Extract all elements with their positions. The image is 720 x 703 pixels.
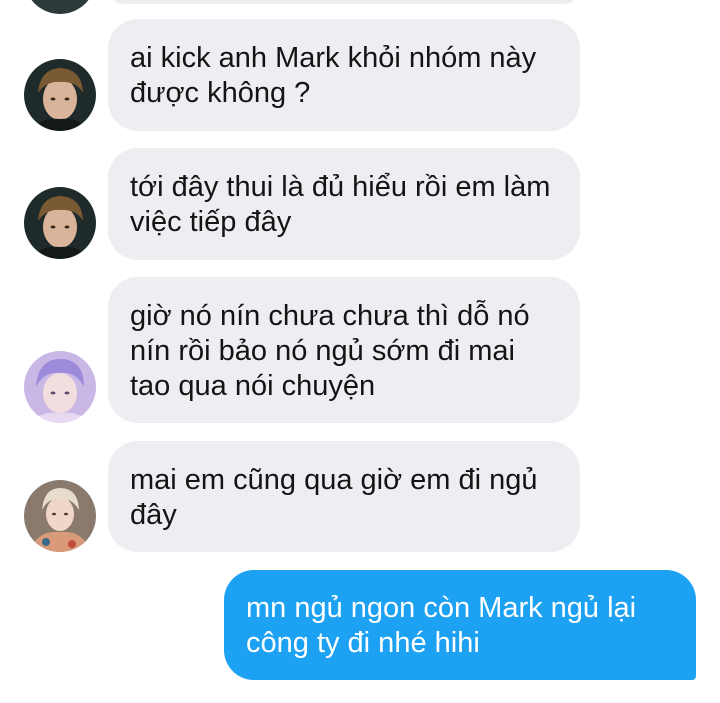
- avatar-dark-hair-icon: [24, 187, 96, 259]
- message-bubble[interactable]: giờ nó nín chưa chưa thì dỗ nó nín rồi b…: [108, 277, 580, 423]
- avatar[interactable]: [24, 59, 96, 131]
- avatar-pink-purple-icon: [24, 351, 96, 423]
- avatar-light-hair-icon: [24, 480, 96, 552]
- avatar[interactable]: [24, 351, 96, 423]
- message-text: mn ngủ ngon còn Mark ngủ lại công ty đi …: [246, 592, 637, 659]
- message-text: mai em cũng qua giờ em đi ngủ đây: [130, 464, 538, 531]
- avatar[interactable]: [24, 187, 96, 259]
- message-text: tới đây thui là đủ hiểu rồi em làm việc …: [130, 171, 551, 238]
- message-bubble[interactable]: ai kick anh Mark khỏi nhóm này được khôn…: [108, 19, 580, 131]
- message-bubble-outgoing[interactable]: mn ngủ ngon còn Mark ngủ lại công ty đi …: [224, 570, 696, 680]
- avatar[interactable]: [24, 0, 96, 14]
- message-bubble-partial: [108, 0, 580, 4]
- message-text: giờ nó nín chưa chưa thì dỗ nó nín rồi b…: [130, 300, 530, 402]
- avatar[interactable]: [24, 480, 96, 552]
- message-bubble[interactable]: mai em cũng qua giờ em đi ngủ đây: [108, 441, 580, 552]
- avatar-dark-hair-icon: [24, 59, 96, 131]
- chat-thread[interactable]: ai kick anh Mark khỏi nhóm này được khôn…: [0, 0, 720, 703]
- message-bubble[interactable]: tới đây thui là đủ hiểu rồi em làm việc …: [108, 148, 580, 260]
- message-text: ai kick anh Mark khỏi nhóm này được khôn…: [130, 42, 537, 109]
